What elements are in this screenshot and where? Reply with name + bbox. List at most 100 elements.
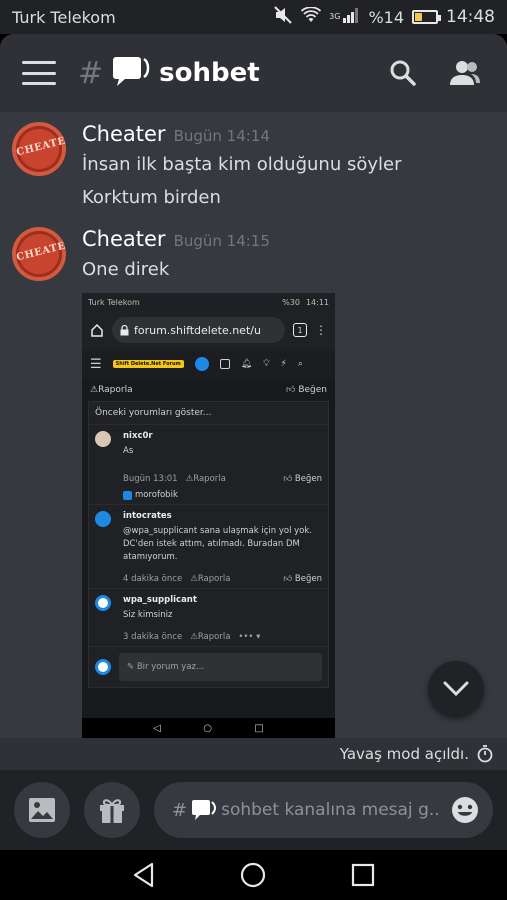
message-author[interactable]: Cheater [82, 227, 166, 251]
power-icon [95, 659, 111, 675]
comment: wpa_supplicant Siz kimsiniz 3 dakika önc… [89, 589, 328, 647]
comment-text: Siz kimsiniz [123, 610, 173, 620]
mute-icon [273, 6, 293, 28]
message-timestamp: Bugün 14:15 [173, 232, 270, 250]
comment-input: ✎ Bir yorum yaz... [119, 653, 322, 681]
comment: intocrates @wpa_supplicant sana ulaşmak … [89, 505, 328, 589]
recents-icon: □ [254, 722, 264, 734]
wifi-icon [301, 6, 322, 27]
home-icon [91, 323, 103, 337]
hamburger-icon: ☰ [90, 356, 102, 372]
avatar-stamp-logo: CHEATER [15, 133, 66, 159]
timer-icon [477, 745, 493, 763]
info-icon [95, 511, 111, 527]
message-text[interactable]: Korktum birden [82, 187, 492, 208]
like-badge-icon [123, 490, 132, 500]
message-text[interactable]: İnsan ilk başta kim olduğunu söyler [82, 154, 492, 175]
more-menu: ••• ▾ [238, 632, 261, 642]
attachment-battery: %30 [282, 297, 300, 307]
gift-icon [100, 799, 124, 823]
report-link: ⚠Raporla [190, 632, 231, 642]
bolt-icon: ⚡︎ [280, 359, 287, 369]
image-attachment[interactable]: Turk Telekom %30 14:11 forum.shiftdelete… [82, 293, 335, 738]
status-bar: Turk Telekom 3G %14 14:48 [0, 0, 507, 34]
clock: 14:48 [446, 7, 495, 27]
report-link: ⚠Raporla [185, 474, 226, 484]
comment-text: As [123, 446, 134, 456]
channel-header: # sohbet [0, 34, 507, 112]
mail-icon [219, 359, 230, 369]
message-input[interactable]: # sohbet kanalına mesaj g... [154, 782, 493, 838]
bell-icon: 🔔︎ [240, 359, 253, 369]
like-link: 👍︎ Beğen [286, 385, 327, 395]
comment-text: @wpa_supplicant sana ulaşmak için yol yo… [123, 526, 313, 562]
bulb-icon: 💡︎ [263, 359, 270, 369]
attachment-top-actions: ⚠Raporla 👍︎ Beğen [82, 379, 335, 401]
comment-author: nixc0r [123, 431, 153, 441]
message-author[interactable]: Cheater [82, 122, 166, 146]
attach-image-button[interactable] [14, 782, 70, 838]
chevron-down-icon [443, 681, 469, 697]
app-window: # sohbet CHEATER Cheater Bugün 14:14 İns… [0, 34, 507, 850]
avatar[interactable]: CHEATER [12, 122, 66, 176]
attachment-site-nav: ☰ Shift Delete.Net Forum 🔔︎ 💡︎ ⚡︎ ⌕ [82, 349, 335, 379]
attachment-status-bar: Turk Telekom %30 14:11 [82, 293, 335, 311]
lock-icon [120, 324, 129, 335]
avatar-stamp-logo: CHEATER [15, 238, 66, 264]
search-button[interactable] [383, 53, 423, 93]
search-icon [390, 60, 416, 86]
comment: nixc0r As Bugün 13:01 ⚠Raporla 👍︎ Beğen … [89, 425, 328, 505]
attachment-url: forum.shiftdelete.net/u [134, 323, 261, 337]
report-link: ⚠Raporla [90, 385, 133, 395]
comment-author: wpa_supplicant [123, 595, 197, 605]
comment-time: Bugün 13:01 [123, 474, 178, 484]
members-icon [450, 61, 480, 85]
image-icon [29, 798, 55, 822]
avatar[interactable]: CHEATER [12, 227, 66, 281]
channel-title: sohbet [159, 58, 260, 88]
speech-bubble-icon [192, 800, 217, 820]
tab-count: 1 [293, 323, 307, 337]
home-icon[interactable] [240, 862, 266, 888]
attachment-address-bar: forum.shiftdelete.net/u 1 ⋮ [82, 311, 335, 349]
report-link: ⚠Raporla [190, 574, 231, 584]
carrier-name: Turk Telekom [12, 7, 116, 27]
reaction-summary: morofobik [123, 490, 322, 500]
system-nav-bar [0, 850, 507, 900]
emoji-button[interactable] [445, 790, 485, 830]
slowmode-banner: Yavaş mod açıldı. [0, 738, 507, 770]
battery-icon [412, 10, 441, 24]
show-previous-link: Önceki yorumları göster... [89, 402, 328, 425]
battery-percent: %14 [368, 7, 404, 27]
speech-bubble-icon [111, 55, 151, 91]
status-icons: 3G %14 14:48 [273, 6, 495, 28]
channel-hash-icon: # [78, 55, 104, 91]
back-icon[interactable] [132, 862, 156, 888]
power-icon [95, 595, 111, 611]
message-timestamp: Bugün 14:14 [173, 127, 270, 145]
slowmode-text: Yavaş mod açıldı. [339, 745, 469, 763]
comment-author: intocrates [123, 511, 172, 521]
comment-compose: ✎ Bir yorum yaz... [89, 647, 328, 687]
comment-time: 3 dakika önce [123, 632, 183, 642]
power-icon [194, 357, 209, 371]
message-text[interactable]: One direk [82, 259, 492, 280]
like-link: 👍︎ Beğen [283, 474, 322, 484]
attachment-nav-bar: ◁ ○ □ [82, 718, 335, 738]
message-placeholder: sohbet kanalına mesaj g... [221, 800, 441, 820]
avatar [95, 431, 111, 447]
gift-button[interactable] [84, 782, 140, 838]
menu-icon[interactable] [22, 61, 56, 85]
recents-icon[interactable] [351, 863, 375, 887]
jump-to-bottom-button[interactable] [428, 661, 484, 717]
like-link: 👍︎ Beğen [283, 574, 322, 584]
message-group: CHEATER Cheater Bugün 14:14 İnsan ilk ba… [12, 122, 492, 208]
attachment-clock: 14:11 [305, 297, 329, 307]
comments-panel: Önceki yorumları göster... nixc0r As Bug… [88, 401, 329, 688]
channel-hash-icon: # [172, 799, 188, 821]
kebab-menu-icon: ⋮ [315, 323, 327, 337]
attachment-url-box: forum.shiftdelete.net/u [112, 317, 285, 343]
smiley-icon [452, 797, 478, 823]
members-button[interactable] [445, 53, 485, 93]
search-icon: ⌕ [297, 359, 303, 369]
